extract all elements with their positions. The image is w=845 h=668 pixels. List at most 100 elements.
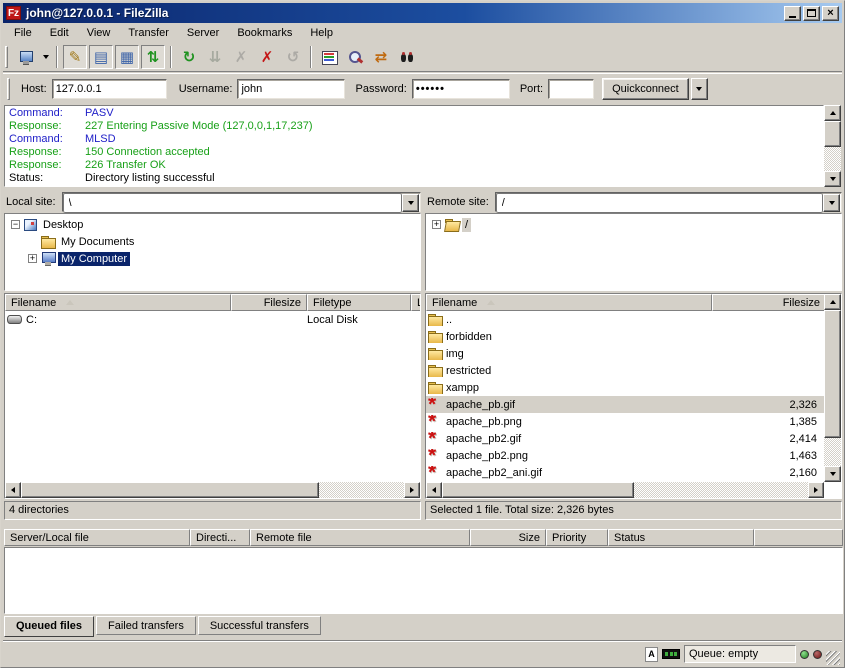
remote-horizontal-scrollbar[interactable] <box>426 482 824 498</box>
menu-help[interactable]: Help <box>301 24 342 42</box>
menu-file[interactable]: File <box>5 24 41 42</box>
local-site-combo[interactable] <box>62 192 421 212</box>
cancel-operation-button[interactable]: ✗ <box>229 45 253 69</box>
file-row-apache-pb-gif[interactable]: apache_pb.gif2,326 <box>426 396 841 413</box>
image-file-icon <box>428 415 442 429</box>
reconnect-button[interactable]: ↺ <box>281 45 305 69</box>
file-row-apache-pb-png[interactable]: apache_pb.png1,385 <box>426 413 841 430</box>
queue-column-priority[interactable]: Priority <box>546 529 608 546</box>
file-search-button[interactable] <box>395 45 419 69</box>
file-row-apache-pb2-gif[interactable]: apache_pb2.gif2,414 <box>426 430 841 447</box>
column-header-filesize[interactable]: Filesize <box>231 294 307 311</box>
quickconnect-button[interactable]: Quickconnect <box>602 78 689 100</box>
maximize-button[interactable] <box>803 6 820 21</box>
remote-site-input[interactable] <box>496 193 823 213</box>
reconnect-icon: ↺ <box>287 48 300 66</box>
directory-comparison-button[interactable] <box>317 45 341 69</box>
file-row-apache-pb2-png[interactable]: apache_pb2.png1,463 <box>426 447 841 464</box>
column-header-filename[interactable]: Filename <box>5 294 231 311</box>
disconnect-button[interactable]: ✗ <box>255 45 279 69</box>
local-horizontal-scrollbar[interactable] <box>5 482 420 498</box>
tree-item-label: / <box>462 218 471 232</box>
menu-view[interactable]: View <box>78 24 120 42</box>
local-site-input[interactable] <box>63 193 402 213</box>
toggle-queue-view-button[interactable]: ⇅ <box>141 45 165 69</box>
local-site-dropdown-button[interactable] <box>402 194 419 212</box>
remote-hscroll-thumb[interactable] <box>442 482 634 498</box>
tree-item-desktop[interactable]: −Desktop <box>5 216 420 233</box>
tree-item-my-computer[interactable]: +My Computer <box>5 250 420 267</box>
log-scrollbar-thumb[interactable] <box>824 121 841 147</box>
speed-limits-icon[interactable] <box>662 649 680 659</box>
toolbar-grip[interactable] <box>5 46 8 68</box>
menu-bookmarks[interactable]: Bookmarks <box>228 24 301 42</box>
expand-icon[interactable]: + <box>28 254 37 263</box>
menu-server[interactable]: Server <box>178 24 228 42</box>
close-button[interactable]: × <box>822 6 839 21</box>
remote-vertical-scrollbar[interactable] <box>824 294 841 482</box>
menu-transfer[interactable]: Transfer <box>119 24 178 42</box>
file-name-cell: apache_pb2.gif <box>426 432 712 446</box>
column-header-filename[interactable]: Filename <box>426 294 712 311</box>
file-name-cell: apache_pb.png <box>426 415 712 429</box>
tab-successful-transfers[interactable]: Successful transfers <box>198 616 321 635</box>
file-name: apache_pb2.png <box>446 450 528 462</box>
toggle-log-view-button[interactable]: ✎ <box>63 45 87 69</box>
column-header-filesize[interactable]: Filesize <box>712 294 826 311</box>
toggle-remote-tree-button[interactable]: ▦ <box>115 45 139 69</box>
ascii-data-type-icon[interactable]: A <box>645 647 658 662</box>
site-manager-button[interactable] <box>14 45 38 69</box>
scroll-up-icon <box>830 111 836 115</box>
remote-vscroll-thumb[interactable] <box>824 310 841 438</box>
file-name: C: <box>26 314 37 326</box>
message-log: Command:PASVResponse:227 Entering Passiv… <box>4 105 824 187</box>
password-input[interactable] <box>412 79 510 99</box>
column-header-filetype[interactable]: Filetype <box>307 294 411 311</box>
queue-column-directi-[interactable]: Directi... <box>190 529 250 546</box>
username-input[interactable] <box>237 79 345 99</box>
filename-filters-button[interactable] <box>343 45 367 69</box>
tree-item-my-documents[interactable]: My Documents <box>5 233 420 250</box>
synchronized-browsing-button[interactable]: ⇄ <box>369 45 393 69</box>
quickbar-grip[interactable] <box>7 78 10 100</box>
log-scrollbar[interactable] <box>824 105 841 187</box>
host-input[interactable] <box>52 79 167 99</box>
collapse-icon[interactable]: − <box>11 220 20 229</box>
file-row--[interactable]: .. <box>426 311 841 328</box>
menu-edit[interactable]: Edit <box>41 24 78 42</box>
queue-column-status[interactable]: Status <box>608 529 754 546</box>
file-row-c[interactable]: C:Local Disk <box>5 311 420 328</box>
file-name: xampp <box>446 382 479 394</box>
column-header-l[interactable]: L <box>411 294 421 311</box>
resize-grip[interactable] <box>826 651 840 665</box>
quickconnect-dropdown-button[interactable] <box>691 78 708 100</box>
file-row-restricted[interactable]: restricted <box>426 362 841 379</box>
toolbar-separator <box>170 46 172 68</box>
queue-column-size[interactable]: Size <box>470 529 546 546</box>
tab-queued-files[interactable]: Queued files <box>4 616 94 637</box>
queue-column-server-local-file[interactable]: Server/Local file <box>4 529 190 546</box>
remote-site-dropdown-button[interactable] <box>823 194 840 212</box>
tab-failed-transfers[interactable]: Failed transfers <box>96 616 196 635</box>
titlebar[interactable]: Fz john@127.0.0.1 - FileZilla × <box>3 3 842 23</box>
file-row-forbidden[interactable]: forbidden <box>426 328 841 345</box>
expand-icon[interactable]: + <box>432 220 441 229</box>
refresh-button[interactable]: ↻ <box>177 45 201 69</box>
process-queue-button[interactable]: ⇊ <box>203 45 227 69</box>
local-hscroll-thumb[interactable] <box>21 482 319 498</box>
file-row-img[interactable]: img <box>426 345 841 362</box>
site-manager-button-dropdown[interactable] <box>39 45 52 69</box>
minimize-button[interactable] <box>784 6 801 21</box>
queue-column-remote-file[interactable]: Remote file <box>250 529 470 546</box>
file-row-xampp[interactable]: xampp <box>426 379 841 396</box>
queue-body <box>4 547 843 614</box>
queue-column-filler <box>754 529 843 546</box>
file-row-apache-pb2-ani-gif[interactable]: apache_pb2_ani.gif2,160 <box>426 464 841 481</box>
log-line: Command:MLSD <box>9 133 823 146</box>
remote-site-combo[interactable] <box>495 192 842 212</box>
sort-ascending-icon <box>66 300 74 305</box>
port-input[interactable] <box>548 79 594 99</box>
tree-item--[interactable]: +/ <box>426 216 841 233</box>
directory-comparison-icon <box>321 50 338 65</box>
toggle-local-tree-button[interactable]: ▤ <box>89 45 113 69</box>
